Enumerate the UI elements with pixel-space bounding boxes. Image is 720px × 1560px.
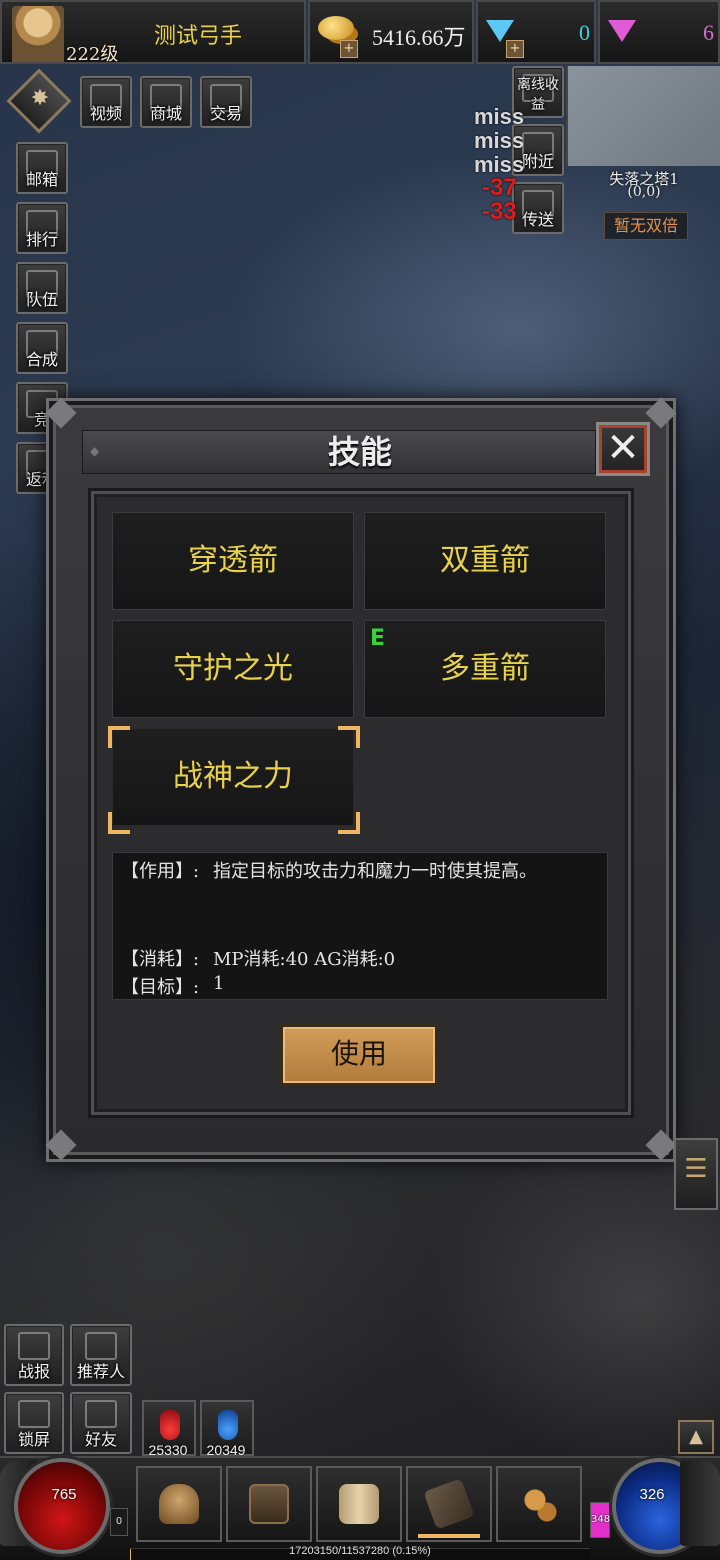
skill-slot-war-god-power[interactable]: 战神之力 — [112, 728, 354, 826]
skill-slot-multi-arrow[interactable]: 多重箭 — [364, 620, 606, 718]
gold-box: + 5416.66万 — [308, 0, 474, 64]
pink-diamond-count: 6 — [703, 20, 714, 45]
mailbox-label: 邮箱 — [25, 170, 58, 189]
cost-label: 【消耗】: — [121, 949, 200, 970]
right-statue-ornament — [680, 1460, 720, 1546]
effect-text: 指定目标的攻击力和魔力一时使其提高。 — [213, 861, 537, 882]
skill-description-box: 【作用】: 指定目标的攻击力和魔力一时使其提高。 【消耗】: MP消耗:40 A… — [112, 852, 608, 1000]
selection-corner — [338, 726, 360, 748]
left-small-value: 0 — [115, 1516, 123, 1527]
pink-diamond-box: 6 — [598, 0, 720, 64]
lock-screen-icon — [18, 1400, 50, 1428]
gold-amount: 5416.66万 — [372, 25, 466, 50]
map-coordinates: (0,0) — [627, 184, 661, 200]
battle-report-button[interactable]: 战报 — [4, 1324, 64, 1386]
referrer-label: 推荐人 — [76, 1362, 125, 1381]
combat-damage-text: -33 — [482, 198, 517, 225]
double-exp-status: 暂无双倍 — [604, 212, 688, 240]
ranking-label: 排行 — [25, 230, 58, 249]
minimap[interactable] — [566, 66, 720, 166]
selection-corner — [108, 812, 130, 834]
inventory-menu-button[interactable] — [226, 1466, 312, 1542]
blue-diamond-box: + 0 — [476, 0, 596, 64]
target-text: 1 — [213, 973, 225, 994]
video-button[interactable]: 视频 — [80, 76, 132, 128]
settings-gear-icon: ✸ — [30, 86, 50, 111]
arrow-up-icon: ▲ — [689, 1426, 703, 1447]
skill-slot-double-arrow[interactable]: 双重箭 — [364, 512, 606, 610]
gears-icon — [519, 1484, 559, 1524]
quest-menu-button[interactable] — [316, 1466, 402, 1542]
friends-label: 好友 — [84, 1430, 117, 1449]
friends-icon — [85, 1400, 117, 1428]
blue-diamond-count: 0 — [579, 20, 590, 45]
chest-icon — [249, 1484, 289, 1524]
pink-diamond-icon — [608, 20, 636, 42]
close-button[interactable]: ✕ — [596, 422, 650, 476]
team-button[interactable]: 队伍 — [16, 262, 68, 314]
side-menu-toggle[interactable]: ☰ — [674, 1138, 718, 1210]
gold-coins-icon — [318, 16, 354, 40]
add-diamond-button[interactable]: + — [506, 40, 524, 58]
equipment-menu-button[interactable] — [136, 1466, 222, 1542]
player-name: 测试弓手 — [154, 24, 243, 49]
lock-screen-label: 锁屏 — [17, 1430, 50, 1449]
cost-text: MP消耗:40 AG消耗:0 — [213, 949, 396, 970]
trade-label: 交易 — [209, 104, 242, 123]
mailbox-button[interactable]: 邮箱 — [16, 142, 68, 194]
right-small-value: 348 — [591, 1514, 611, 1525]
target-label: 【目标】: — [121, 977, 200, 998]
shop-label: 商城 — [149, 104, 182, 123]
player-info-box[interactable]: 222级 测试弓手 — [0, 0, 306, 65]
trade-button[interactable]: 交易 — [200, 76, 252, 128]
use-skill-button[interactable]: 使用 — [280, 1024, 438, 1086]
panel-title: 技能 — [327, 433, 392, 471]
double-exp-label: 暂无双倍 — [613, 216, 678, 235]
friends-button[interactable]: 好友 — [70, 1392, 132, 1454]
selection-corner — [338, 812, 360, 834]
skill-hotkey-badge: E — [370, 626, 386, 651]
video-label: 视频 — [89, 104, 122, 123]
blue-diamond-icon — [486, 20, 514, 42]
hp-value: 765 — [51, 1486, 77, 1503]
expand-up-button[interactable]: ▲ — [678, 1420, 714, 1454]
player-avatar[interactable] — [12, 6, 64, 62]
team-label: 队伍 — [25, 290, 58, 309]
skill-slot-guardian-light[interactable]: 守护之光 — [112, 620, 354, 718]
settings-gears-button[interactable] — [496, 1466, 582, 1542]
red-potion-icon — [160, 1410, 180, 1440]
book-icon — [423, 1478, 475, 1530]
hp-orb — [14, 1458, 110, 1554]
battle-report-icon — [18, 1332, 50, 1360]
synthesis-label: 合成 — [25, 350, 58, 369]
skill-book-menu-button[interactable] — [406, 1466, 492, 1542]
shop-button[interactable]: 商城 — [140, 76, 192, 128]
add-gold-button[interactable]: + — [340, 40, 358, 58]
helmet-icon — [159, 1484, 199, 1524]
teleport-label: 传送 — [521, 210, 554, 229]
lock-screen-button[interactable]: 锁屏 — [4, 1392, 64, 1454]
left-small-counter: 0 — [110, 1508, 128, 1536]
experience-text: 17203150/11537280 (0.15%) — [289, 1545, 431, 1557]
selection-corner — [108, 726, 130, 748]
blue-potion-icon — [218, 1410, 238, 1440]
synthesis-button[interactable]: 合成 — [16, 322, 68, 374]
right-small-counter: 348 — [590, 1502, 610, 1538]
referrer-button[interactable]: 推荐人 — [70, 1324, 132, 1386]
ranking-button[interactable]: 排行 — [16, 202, 68, 254]
combat-miss-text: miss — [474, 104, 525, 129]
active-tab-indicator — [418, 1534, 480, 1538]
scroll-icon — [339, 1484, 379, 1524]
referrer-people-icon — [85, 1332, 117, 1360]
teleport-button[interactable]: 传送 — [512, 182, 564, 234]
combat-miss-text: miss — [474, 128, 525, 153]
effect-label: 【作用】: — [121, 861, 200, 882]
battle-report-label: 战报 — [17, 1362, 50, 1381]
player-level: 222级 — [66, 44, 119, 65]
hamburger-icon: ☰ — [684, 1154, 708, 1184]
skill-slot-penetrating-arrow[interactable]: 穿透箭 — [112, 512, 354, 610]
